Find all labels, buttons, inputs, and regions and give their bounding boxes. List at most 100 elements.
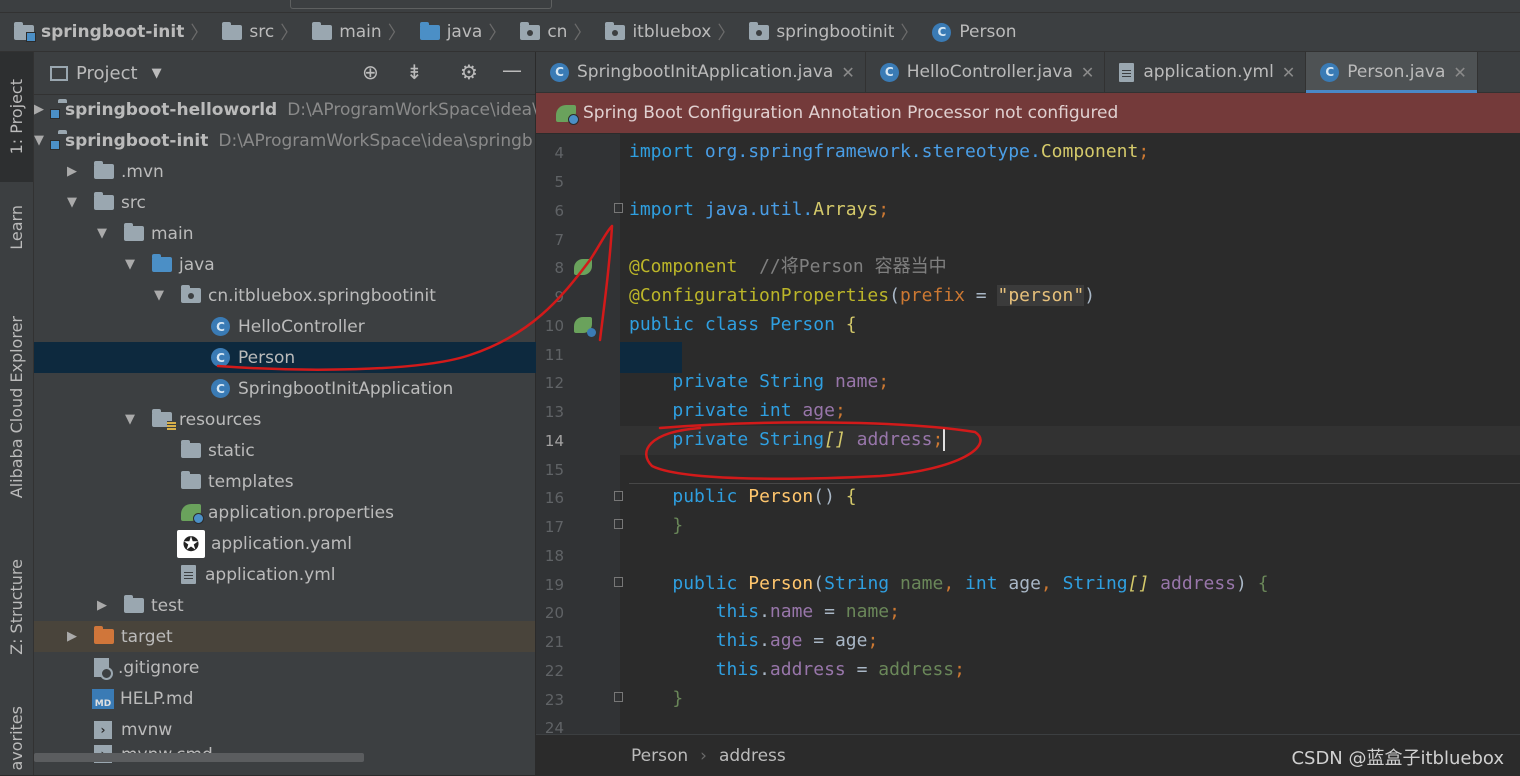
tree-item-java[interactable]: ▼ java xyxy=(34,249,608,280)
line-number: 23 xyxy=(544,691,564,709)
tree-horizontal-scrollbar[interactable] xyxy=(34,753,364,762)
excluded-folder-icon xyxy=(94,626,114,644)
folder-icon xyxy=(124,595,144,613)
tool-tab-learn[interactable]: Learn xyxy=(0,187,33,267)
text-file-icon xyxy=(181,565,196,584)
folder-icon xyxy=(222,21,243,40)
fold-marker-icon[interactable] xyxy=(614,519,623,529)
spring-class-gutter-icon[interactable] xyxy=(574,317,596,337)
editor-crumb-class[interactable]: Person xyxy=(631,746,688,766)
close-icon[interactable]: ✕ xyxy=(1282,63,1295,82)
tree-item-help-md[interactable]: MD HELP.md xyxy=(34,683,550,714)
code-line-4: import org.springframework.stereotype.Co… xyxy=(629,141,1150,162)
breadcrumb-item-itbluebox[interactable]: itbluebox 〉 xyxy=(591,19,735,45)
gear-icon[interactable]: ⚙ xyxy=(460,60,478,84)
class-icon: C xyxy=(932,22,952,42)
collapse-all-icon[interactable]: ⇟ xyxy=(406,60,423,84)
tool-tab-project[interactable]: 1: Project xyxy=(0,52,33,182)
tab-person[interactable]: C Person.java ✕ xyxy=(1306,52,1478,93)
code-line-10: public class Person { xyxy=(629,314,857,335)
line-number: 22 xyxy=(544,662,564,680)
line-number: 9 xyxy=(554,288,564,306)
tree-item-mvn[interactable]: ▶ .mvn xyxy=(34,156,550,187)
ignore-file-icon xyxy=(94,658,113,680)
text-file-icon xyxy=(1119,62,1135,82)
package-icon xyxy=(520,21,541,40)
navigation-breadcrumb: springboot-init 〉 src 〉 main 〉 java 〉 cn 〉 it… xyxy=(0,13,1520,52)
tree-item-gitignore[interactable]: .gitignore xyxy=(34,652,550,683)
breadcrumb-item-project[interactable]: springboot-init 〉 xyxy=(0,19,208,45)
package-icon xyxy=(605,21,626,40)
line-number: 7 xyxy=(554,231,564,249)
editor-crumb-field[interactable]: address xyxy=(719,746,786,766)
spring-boot-class-icon: C xyxy=(550,62,569,82)
hide-panel-icon[interactable]: — xyxy=(502,58,522,82)
line-number: 12 xyxy=(544,374,564,392)
line-number: 14 xyxy=(544,432,564,450)
breadcrumb-item-cn[interactable]: cn 〉 xyxy=(506,19,591,45)
folder-icon xyxy=(124,223,144,241)
folder-icon xyxy=(94,161,114,179)
class-icon: C xyxy=(211,348,230,367)
code-line-12: private String name; xyxy=(672,371,890,392)
tool-tab-structure[interactable]: Z: Structure xyxy=(0,547,33,667)
close-icon[interactable]: ✕ xyxy=(841,63,854,82)
chevron-down-icon: ▼ xyxy=(151,65,162,81)
editor-gutter: 4 5 6 7 8 9 10 11 12 13 14 15 16 17 18 1… xyxy=(536,134,623,737)
fold-marker-icon[interactable] xyxy=(614,491,623,501)
code-line-8: @Component //将Person 容器当中 xyxy=(629,256,947,277)
close-icon[interactable]: ✕ xyxy=(1081,63,1094,82)
tab-application-yml[interactable]: application.yml ✕ xyxy=(1105,52,1307,92)
tree-item-main[interactable]: ▼ main xyxy=(34,218,580,249)
tree-item-src[interactable]: ▼ src xyxy=(34,187,550,218)
line-number: 13 xyxy=(544,403,564,421)
breadcrumb-item-main[interactable]: main 〉 xyxy=(298,19,406,45)
breadcrumb-item-java[interactable]: java 〉 xyxy=(406,19,506,45)
tree-item-springboot-init[interactable]: ▼ springboot-init D:\AProgramWorkSpace\ide… xyxy=(34,125,533,156)
window-top-strip xyxy=(0,0,1520,13)
breadcrumb-item-springbootinit[interactable]: springbootinit 〉 xyxy=(735,19,918,45)
tab-hellocontroller[interactable]: C HelloController.java ✕ xyxy=(866,52,1106,92)
run-config-box[interactable] xyxy=(290,0,552,9)
fold-marker-icon[interactable] xyxy=(614,203,623,213)
code-editor[interactable]: import org.springframework.stereotype.Co… xyxy=(629,134,1520,734)
source-folder-icon xyxy=(152,254,172,272)
spring-boot-class-icon: C xyxy=(211,379,230,398)
line-number: 19 xyxy=(544,576,564,594)
annotation-processor-warning[interactable]: Spring Boot Configuration Annotation Pro… xyxy=(536,93,1520,133)
terminal-icon: › xyxy=(94,720,112,739)
tab-springbootinitapplication[interactable]: C SpringbootInitApplication.java ✕ xyxy=(536,52,866,92)
tool-window-strip: 1: Project Learn Alibaba Cloud Explorer … xyxy=(0,52,34,775)
spring-config-icon xyxy=(181,504,204,524)
project-view-selector[interactable]: Project ▼ xyxy=(50,63,162,84)
code-line-16: public Person() { xyxy=(672,486,857,507)
breadcrumb-item-person[interactable]: C Person xyxy=(918,22,1017,42)
breadcrumb-item-src[interactable]: src 〉 xyxy=(208,19,298,45)
code-line-23: } xyxy=(672,688,684,709)
tree-item-test[interactable]: ▶ test xyxy=(34,590,580,621)
code-line-14: private String[] address; xyxy=(672,429,946,451)
package-icon xyxy=(181,285,201,303)
folder-icon xyxy=(312,21,333,40)
tool-tab-favorites[interactable]: avorites xyxy=(0,702,33,775)
fold-marker-icon[interactable] xyxy=(614,692,623,702)
locate-icon[interactable]: ⊕ xyxy=(362,60,379,84)
text-caret xyxy=(943,429,946,451)
spring-bean-gutter-icon[interactable] xyxy=(574,259,592,275)
spring-boot-icon xyxy=(556,104,579,125)
tree-item-springboot-helloworld[interactable]: ▶ springboot-helloworld D:\AProgramWorkSpa… xyxy=(34,94,538,125)
code-line-17: } xyxy=(672,515,684,536)
editor-tab-bar: C SpringbootInitApplication.java ✕ C HelloC… xyxy=(536,52,1520,93)
tool-tab-alibaba-cloud[interactable]: Alibaba Cloud Explorer xyxy=(0,292,33,522)
tree-item-resources[interactable]: ▼ resources xyxy=(34,404,608,435)
code-line-19: public Person(String name, int age, Stri… xyxy=(672,573,1269,594)
close-icon[interactable]: ✕ xyxy=(1453,63,1466,82)
fold-marker-icon[interactable] xyxy=(614,577,623,587)
tree-item-mvnw[interactable]: › mvnw xyxy=(34,714,550,745)
tree-item-target[interactable]: ▶ target xyxy=(34,621,535,652)
watermark: CSDN @蓝盒子itbluebox xyxy=(1291,748,1504,769)
line-number: 8 xyxy=(554,259,564,277)
line-number: 15 xyxy=(544,461,564,479)
line-number: 5 xyxy=(554,173,564,191)
package-icon xyxy=(749,21,770,40)
